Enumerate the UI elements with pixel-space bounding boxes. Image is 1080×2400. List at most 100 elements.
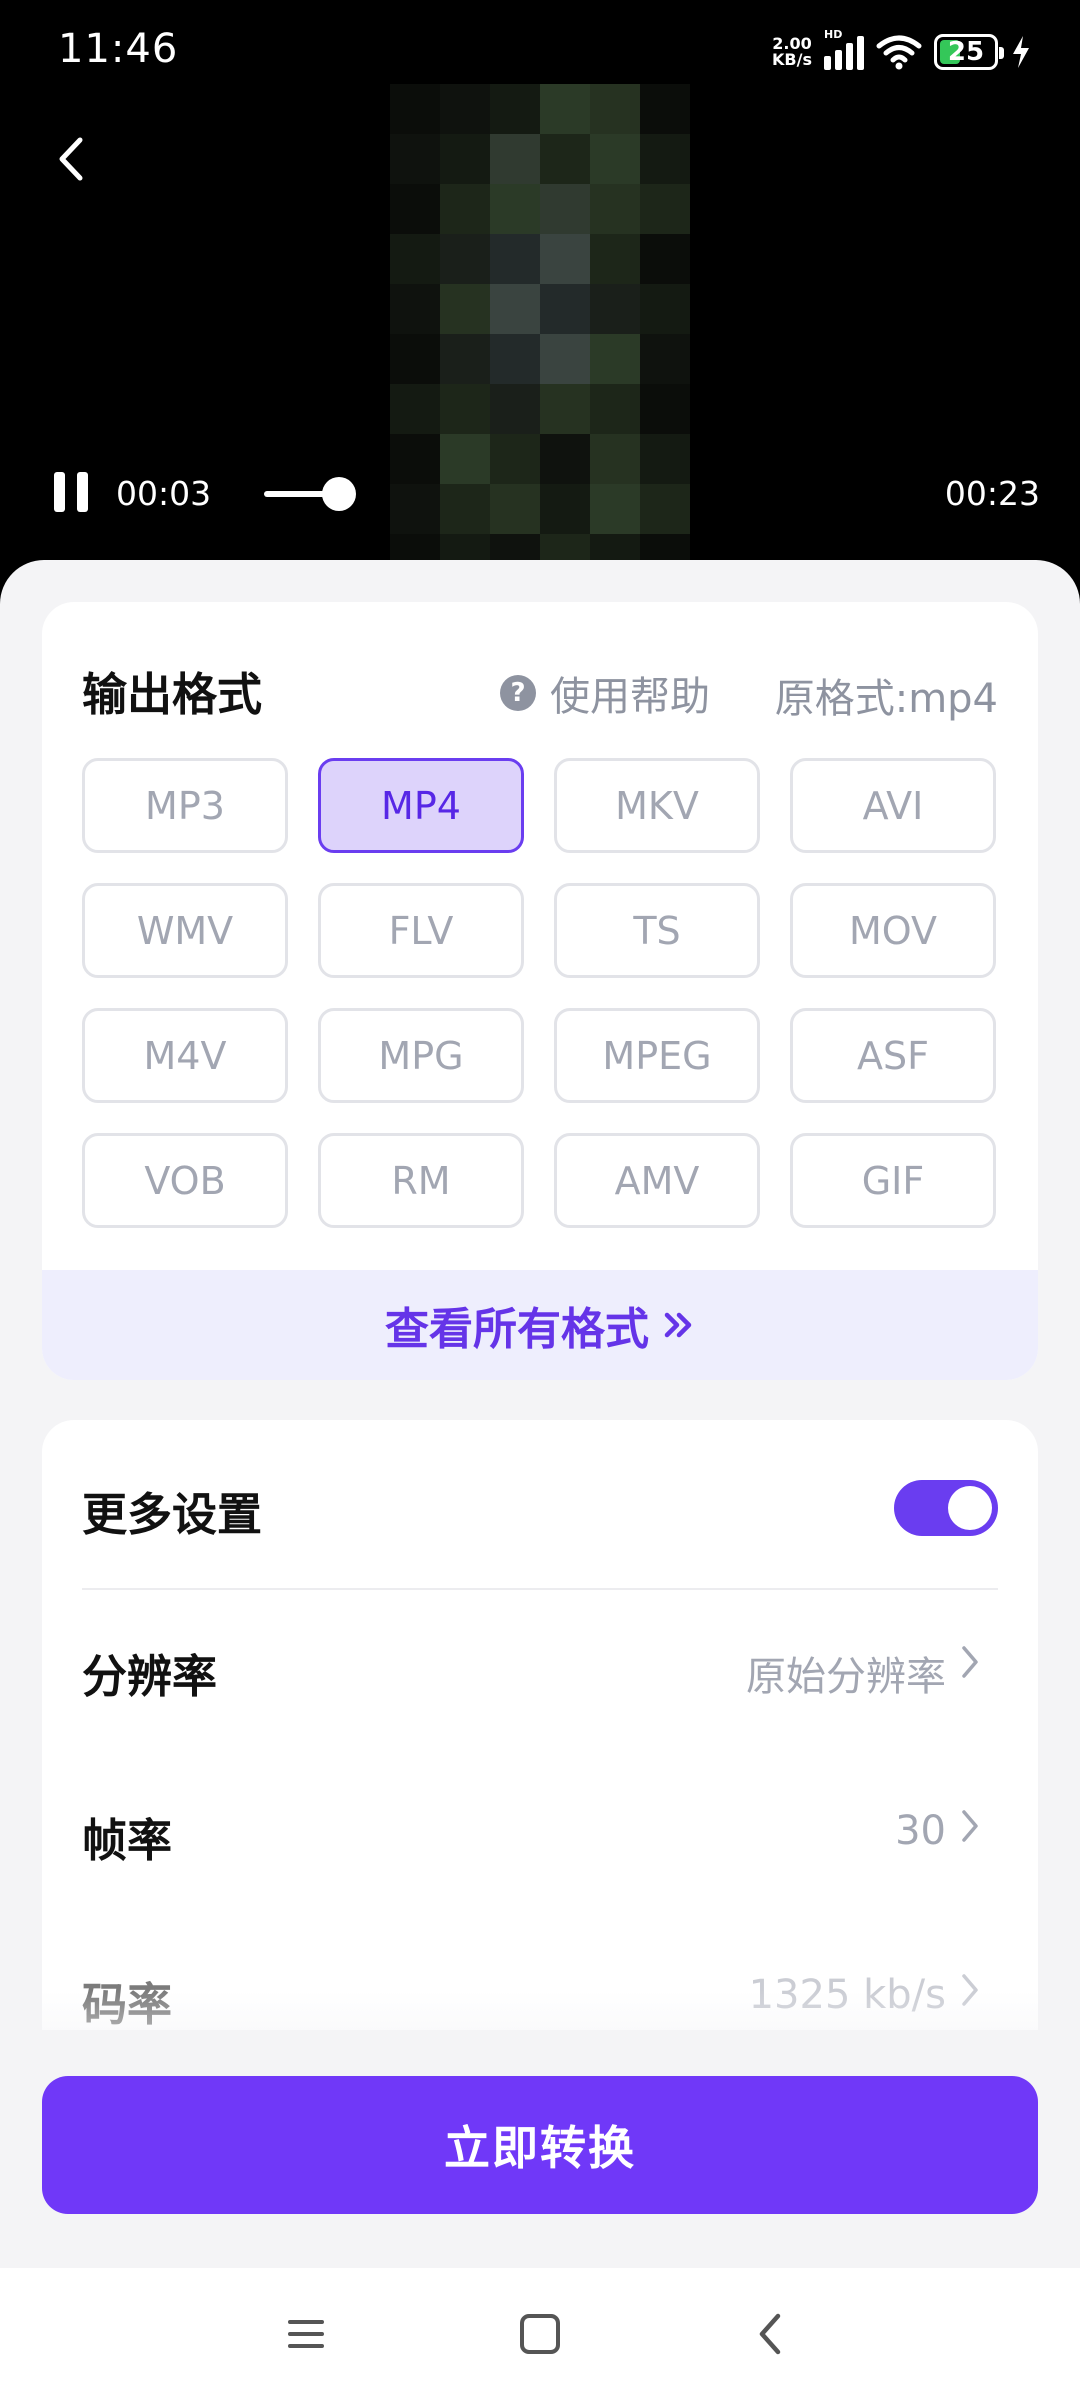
format-option-avi[interactable]: AVI (790, 758, 996, 853)
format-option-ts[interactable]: TS (554, 883, 760, 978)
chevron-right-icon (962, 1810, 978, 1842)
view-all-label: 查看所有格式 (385, 1304, 649, 1355)
format-option-gif[interactable]: GIF (790, 1133, 996, 1228)
video-pixel (490, 234, 540, 284)
format-option-asf[interactable]: ASF (790, 1008, 996, 1103)
video-pixel (540, 134, 590, 184)
format-option-rm[interactable]: RM (318, 1133, 524, 1228)
video-pixel (540, 284, 590, 334)
video-pixel (590, 484, 640, 534)
video-pixel (440, 184, 490, 234)
video-pixel (490, 384, 540, 434)
charging-icon (1013, 36, 1029, 68)
video-pixel (440, 334, 490, 384)
help-link[interactable]: ? 使用帮助 (500, 664, 710, 722)
video-pixel (440, 384, 490, 434)
format-option-flv[interactable]: FLV (318, 883, 524, 978)
video-pixel (540, 484, 590, 534)
back-button[interactable] (44, 124, 100, 194)
video-pixel (590, 284, 640, 334)
framerate-value: 30 (895, 1808, 946, 1854)
wifi-icon (876, 35, 922, 70)
video-pixel (490, 484, 540, 534)
convert-button[interactable]: 立即转换 (42, 2076, 1038, 2214)
video-pixel (590, 234, 640, 284)
battery-icon: 25 (934, 34, 1004, 70)
home-square-icon (520, 2314, 560, 2354)
video-pixel (540, 434, 590, 484)
video-pixel (390, 334, 440, 384)
video-pixel (640, 284, 690, 334)
format-option-vob[interactable]: VOB (82, 1133, 288, 1228)
video-pixel (490, 434, 540, 484)
format-option-m4v[interactable]: M4V (82, 1008, 288, 1103)
signal-icon: HD (824, 28, 864, 70)
total-time: 00:23 (944, 474, 1040, 513)
settings-sheet: 输出格式 ? 使用帮助 原格式:mp4 MP3 MP4 MKV AVI WMV … (0, 560, 1080, 2340)
navigation-bar (0, 2268, 1080, 2400)
video-pixel (640, 134, 690, 184)
framerate-row[interactable]: 帧率 30 (82, 1776, 998, 1886)
video-pixel (640, 434, 690, 484)
format-option-wmv[interactable]: WMV (82, 883, 288, 978)
home-button[interactable] (510, 2304, 570, 2364)
video-pixel (390, 184, 440, 234)
view-all-formats-button[interactable]: 查看所有格式 (42, 1270, 1038, 1380)
video-pixel (390, 134, 440, 184)
resolution-label: 分辨率 (82, 1650, 218, 1703)
status-icons: 2.00 KB/s HD 25 (772, 28, 1032, 76)
recent-apps-button[interactable] (276, 2304, 336, 2364)
help-label: 使用帮助 (550, 674, 710, 720)
video-player[interactable]: 11:46 2.00 KB/s HD 25 00:03 00:23 (0, 0, 1080, 600)
original-format: 原格式:mp4 (774, 676, 998, 722)
divider (82, 1588, 998, 1590)
system-back-button[interactable] (742, 2304, 802, 2364)
video-pixel (440, 484, 490, 534)
video-pixel (640, 334, 690, 384)
video-pixel (640, 234, 690, 284)
format-option-mov[interactable]: MOV (790, 883, 996, 978)
format-option-mpeg[interactable]: MPEG (554, 1008, 760, 1103)
video-pixel (590, 384, 640, 434)
video-pixel (390, 384, 440, 434)
double-chevron-right-icon (664, 1312, 692, 1338)
video-pixel (540, 184, 590, 234)
output-format-card: 输出格式 ? 使用帮助 原格式:mp4 MP3 MP4 MKV AVI WMV … (42, 602, 1038, 1380)
video-pixel (490, 134, 540, 184)
seek-slider[interactable] (264, 474, 364, 514)
video-pixel (390, 434, 440, 484)
video-pixel (390, 234, 440, 284)
more-settings-title: 更多设置 (82, 1488, 263, 1541)
video-pixel (540, 234, 590, 284)
video-frame (390, 84, 690, 584)
back-arrow-icon (59, 137, 83, 181)
current-time: 00:03 (116, 474, 212, 513)
toggle-knob (948, 1486, 992, 1530)
format-option-mpg[interactable]: MPG (318, 1008, 524, 1103)
video-pixel (590, 134, 640, 184)
battery-level: 25 (947, 37, 985, 67)
more-settings-toggle[interactable] (894, 1480, 998, 1536)
format-option-mp3[interactable]: MP3 (82, 758, 288, 853)
seek-thumb[interactable] (322, 477, 356, 511)
video-pixel (390, 284, 440, 334)
format-grid: MP3 MP4 MKV AVI WMV FLV TS MOV M4V MPG M… (82, 758, 996, 1228)
format-option-amv[interactable]: AMV (554, 1133, 760, 1228)
video-pixel (640, 184, 690, 234)
resolution-row[interactable]: 分辨率 原始分辨率 (82, 1612, 998, 1722)
video-pixel (490, 184, 540, 234)
format-section-title: 输出格式 (82, 668, 263, 721)
chevron-right-icon (962, 1646, 978, 1678)
network-speed: 2.00 KB/s (772, 36, 812, 68)
video-pixel (590, 334, 640, 384)
video-pixel (490, 284, 540, 334)
status-time: 11:46 (58, 26, 179, 72)
resolution-value: 原始分辨率 (746, 1654, 946, 1700)
video-pixel (540, 334, 590, 384)
video-pixel (590, 434, 640, 484)
pause-button[interactable] (52, 470, 92, 516)
video-pixel (490, 334, 540, 384)
menu-icon (288, 2320, 324, 2348)
format-option-mkv[interactable]: MKV (554, 758, 760, 853)
format-option-mp4[interactable]: MP4 (318, 758, 524, 853)
